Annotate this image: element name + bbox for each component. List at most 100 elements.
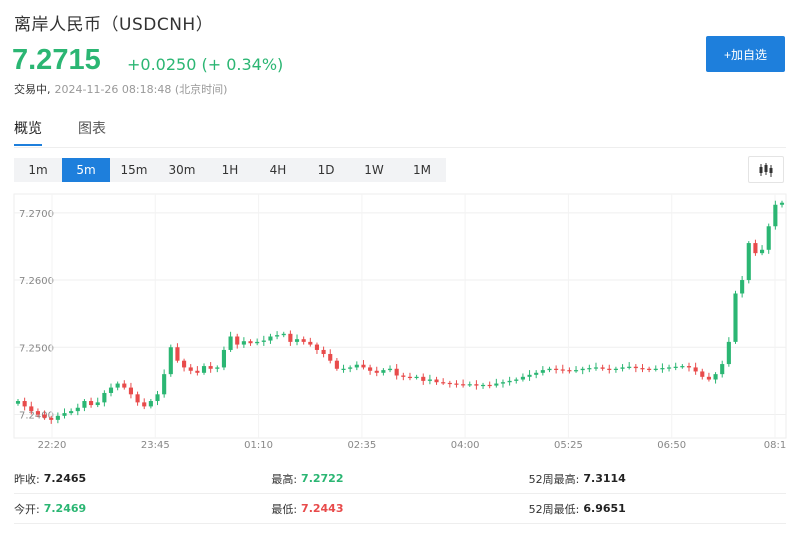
candle [480, 384, 486, 387]
candle [288, 333, 293, 342]
stat-value: 7.2465 [43, 472, 87, 485]
candle [128, 387, 133, 395]
period-30m[interactable]: 30m [158, 158, 206, 182]
price-chart[interactable]: 7.27007.26007.25007.240022:20 23:45 01:10 0… [0, 190, 800, 452]
candle [341, 368, 346, 370]
tab-overview[interactable]: 概览 [14, 118, 42, 146]
candle [354, 364, 359, 368]
candle [454, 383, 459, 385]
period-1w[interactable]: 1W [350, 158, 398, 182]
page-title: 离岸人民币（USDCNH） [14, 15, 214, 35]
trading-status: 交易中, 2024-11-26 08:18:48 (北京时间) [14, 81, 227, 97]
candle [228, 336, 233, 350]
candle [580, 368, 585, 371]
candle [95, 402, 100, 406]
y-tick-label: 7.2700 [19, 209, 54, 220]
tab-chart[interactable]: 图表 [78, 118, 106, 146]
candle [567, 370, 572, 372]
candle [328, 353, 333, 361]
candle [29, 406, 34, 412]
stat-label: 最高: [271, 472, 298, 486]
period-1d[interactable]: 1D [302, 158, 350, 182]
period-1h[interactable]: 1H [206, 158, 254, 182]
add-watchlist-button[interactable]: +加自选 [706, 36, 785, 72]
x-tick-label: 22:20 [38, 440, 67, 451]
candle [760, 249, 765, 254]
candle [706, 376, 711, 380]
candle [275, 335, 280, 337]
stats-row: 今开: 7.2469 最低: 7.2443 52周最低: 6.9651 [14, 494, 786, 524]
period-15m[interactable]: 15m [110, 158, 158, 182]
x-tick-label: 08:1 [764, 440, 786, 451]
candle [401, 375, 406, 377]
candle [394, 368, 399, 376]
candle [461, 384, 466, 386]
stat-open: 今开: 7.2469 [14, 494, 271, 523]
candle [573, 370, 579, 372]
candle [82, 401, 87, 408]
candle [640, 368, 645, 370]
candle [653, 368, 658, 370]
candle [740, 280, 745, 294]
stats-row: 昨收: 7.2465 最高: 7.2722 52周最高: 7.3114 [14, 464, 786, 494]
chart-type-button[interactable] [748, 156, 784, 183]
candle [534, 372, 539, 375]
stat-prev-close: 昨收: 7.2465 [14, 464, 271, 493]
status-timestamp: 2024-11-26 08:18:48 (北京时间) [54, 83, 228, 96]
stat-label: 52周最高: [528, 472, 580, 486]
candle [374, 370, 379, 373]
period-1mo[interactable]: 1M [398, 158, 446, 182]
tabs-divider [14, 147, 786, 148]
period-4h[interactable]: 4H [254, 158, 302, 182]
candle [427, 379, 432, 381]
period-5m[interactable]: 5m [62, 158, 110, 182]
candle [115, 383, 120, 388]
stat-value: 7.2722 [301, 472, 344, 485]
period-1m[interactable]: 1m [14, 158, 62, 182]
candle [268, 336, 273, 341]
candle [487, 384, 492, 387]
candle [733, 293, 738, 342]
candle [162, 374, 167, 395]
candle [587, 368, 592, 370]
candle [753, 243, 758, 254]
candle [474, 384, 479, 386]
candle [348, 367, 353, 369]
candle [122, 383, 127, 388]
candle [261, 340, 266, 342]
candle [188, 367, 193, 371]
x-tick-label: 02:35 [347, 440, 376, 451]
y-tick-label: 7.2500 [19, 343, 54, 354]
y-tick-label: 7.2600 [19, 276, 54, 287]
candle [248, 341, 253, 344]
candle [766, 226, 771, 250]
candle [680, 366, 685, 368]
candle [62, 413, 67, 416]
candle [35, 411, 40, 415]
candle [201, 366, 207, 373]
candle [148, 401, 153, 407]
candle [560, 369, 565, 371]
candle [69, 411, 74, 414]
candle [168, 347, 173, 375]
candle [255, 341, 260, 344]
stat-high: 最高: 7.2722 [271, 464, 528, 493]
view-tabs: 概览 图表 [14, 118, 106, 146]
stat-label: 昨收: [14, 472, 40, 486]
candle [494, 383, 499, 386]
candle [15, 401, 21, 404]
candle [607, 368, 612, 370]
x-tick-label: 01:10 [244, 440, 273, 451]
candle [414, 376, 419, 379]
candle [135, 394, 140, 403]
stat-label: 今开: [14, 502, 40, 516]
candle [281, 333, 286, 336]
candle [520, 376, 525, 380]
x-tick-label: 06:50 [657, 440, 686, 451]
candle [421, 376, 426, 381]
x-tick-label: 23:45 [141, 440, 170, 451]
candle [500, 382, 506, 384]
candle [55, 415, 60, 420]
x-tick-label: 05:25 [554, 440, 583, 451]
candle [241, 341, 246, 345]
